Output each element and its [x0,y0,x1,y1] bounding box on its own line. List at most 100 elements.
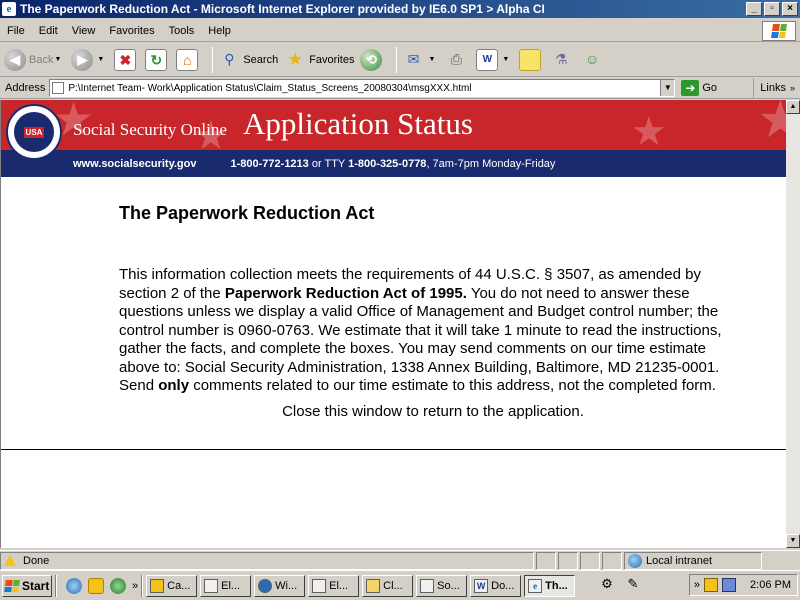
forward-arrow-icon: ▶ [71,48,94,71]
start-button[interactable]: Start [2,574,52,597]
clock-icon [150,578,165,593]
task-label: Wi... [275,579,298,592]
links-label: Links [760,82,786,94]
mail-dropdown-icon[interactable]: ▼ [428,56,435,63]
favorites-button[interactable]: ★ Favorites [284,49,354,71]
banner-blue-band: www.socialsecurity.gov 1-800-772-1213 or… [1,150,786,177]
forward-button[interactable]: ▶ ▼ [71,48,108,71]
note-icon [519,48,542,71]
menu-view[interactable]: View [65,25,103,37]
title-bar[interactable]: e The Paperwork Reduction Act - Microsof… [0,0,800,18]
media-quicklaunch-icon[interactable] [110,577,126,594]
task-button[interactable]: Cl... [362,574,414,597]
alert-tray-icon[interactable] [704,578,719,592]
edit-dropdown-icon[interactable]: ▼ [502,56,509,63]
minimize-button[interactable]: _ [746,2,762,16]
vertical-scrollbar[interactable]: ▲ ▼ [786,100,800,548]
tray-chevron-icon[interactable]: » [694,579,700,591]
task-label: El... [329,579,349,592]
task-button[interactable]: W Do... [470,574,522,597]
system-tray: » 2:06 PM [688,574,798,596]
links-button[interactable]: Links » [753,78,800,98]
history-button[interactable]: ⟲ [360,48,385,71]
task-button[interactable]: Ca... [146,574,198,597]
links-chevron-icon: » [789,83,795,93]
close-window-note: Close this window to return to the appli… [282,402,584,420]
search-button[interactable]: ⚲ Search [218,49,278,71]
mail-button[interactable]: ✉ ▼ [402,49,439,71]
go-arrow-icon: ➔ [681,80,700,96]
messenger-icon: ☺ [585,50,600,67]
star-decoration-icon: ★ [757,100,786,146]
taskbar-separator [55,574,57,597]
task-button[interactable]: El... [308,574,360,597]
menu-favorites[interactable]: Favorites [102,25,161,37]
task-button[interactable]: Wi... [254,574,306,597]
seal-inner: USA [14,112,54,152]
para-bold-2: only [158,377,190,394]
title-buttons: _ ▫ × [744,2,798,16]
zone-indicator[interactable]: Local intranet [624,551,762,570]
task-label: Cl... [383,579,403,592]
tool-icon[interactable]: ⚙ [598,575,616,593]
website-link[interactable]: www.socialsecurity.gov [73,158,197,170]
task-button-active[interactable]: e Th... [524,574,576,597]
window-icon [312,578,327,593]
research-button[interactable]: ⚗ [550,49,575,71]
menu-help[interactable]: Help [201,25,238,37]
folder-icon [366,578,381,593]
maximize-button[interactable]: ▫ [764,2,780,16]
task-button[interactable]: El... [200,574,252,597]
scroll-up-icon[interactable]: ▲ [786,100,800,114]
menu-file[interactable]: File [0,25,32,37]
windows-flag-icon [4,579,20,592]
stop-button[interactable]: ✖ [114,48,139,71]
status-bar: Done Local intranet [0,550,800,570]
print-button[interactable]: ⎙ [445,49,470,71]
status-text-cell: Done [0,551,534,570]
refresh-button[interactable]: ↻ [145,48,170,71]
clock[interactable]: 2:06 PM [750,579,791,591]
task-button[interactable]: So... [416,574,468,597]
forward-dropdown-icon[interactable]: ▼ [97,56,104,63]
back-dropdown-icon[interactable]: ▼ [54,56,61,63]
window-icon [204,578,219,593]
edit-button[interactable]: W ▼ [476,48,513,71]
tray-extra-icons: ⚙ ✎ [598,575,650,593]
horizontal-rule [1,449,786,450]
address-label: Address [5,82,46,94]
network-tray-icon[interactable] [722,578,737,592]
status-cell [580,551,600,570]
pra-paragraph: This information collection meets the re… [119,266,747,396]
scroll-down-icon[interactable]: ▼ [786,534,800,548]
go-button[interactable]: ➔ Go [681,80,717,96]
tablet-icon[interactable]: ✎ [624,575,642,593]
discuss-button[interactable] [519,48,544,71]
word-icon: W [474,578,489,593]
warning-icon[interactable] [4,554,17,567]
address-value[interactable]: P:\Internet Team- Work\Application Statu… [68,83,471,94]
clock-quicklaunch-icon[interactable] [88,577,104,594]
quicklaunch-chevron-icon[interactable]: » [132,580,138,592]
address-dropdown-icon[interactable]: ▼ [660,80,675,96]
back-button[interactable]: ◀ Back ▼ [4,48,65,71]
ie-icon: e [2,2,16,16]
main-content: The Paperwork Reduction Act This informa… [1,203,746,420]
home-button[interactable]: ⌂ [176,48,201,71]
search-icon: ⚲ [224,50,235,67]
address-input[interactable]: P:\Internet Team- Work\Application Statu… [49,79,676,97]
task-label: Th... [545,579,568,592]
quick-launch: » [66,577,138,594]
menu-edit[interactable]: Edit [32,25,65,37]
menu-tools[interactable]: Tools [162,25,202,37]
task-label: So... [437,579,460,592]
messenger-button[interactable]: ☺ [581,49,606,71]
toolbar-separator [212,46,214,73]
close-button[interactable]: × [782,2,798,16]
window-icon [420,578,435,593]
ie-quicklaunch-icon[interactable] [66,577,82,594]
page-heading: The Paperwork Reduction Act [119,203,375,223]
favorites-label: Favorites [309,53,355,66]
phone-tty: 1-800-325-0778 [348,157,427,170]
brand-name: Social Security Online [73,120,227,139]
